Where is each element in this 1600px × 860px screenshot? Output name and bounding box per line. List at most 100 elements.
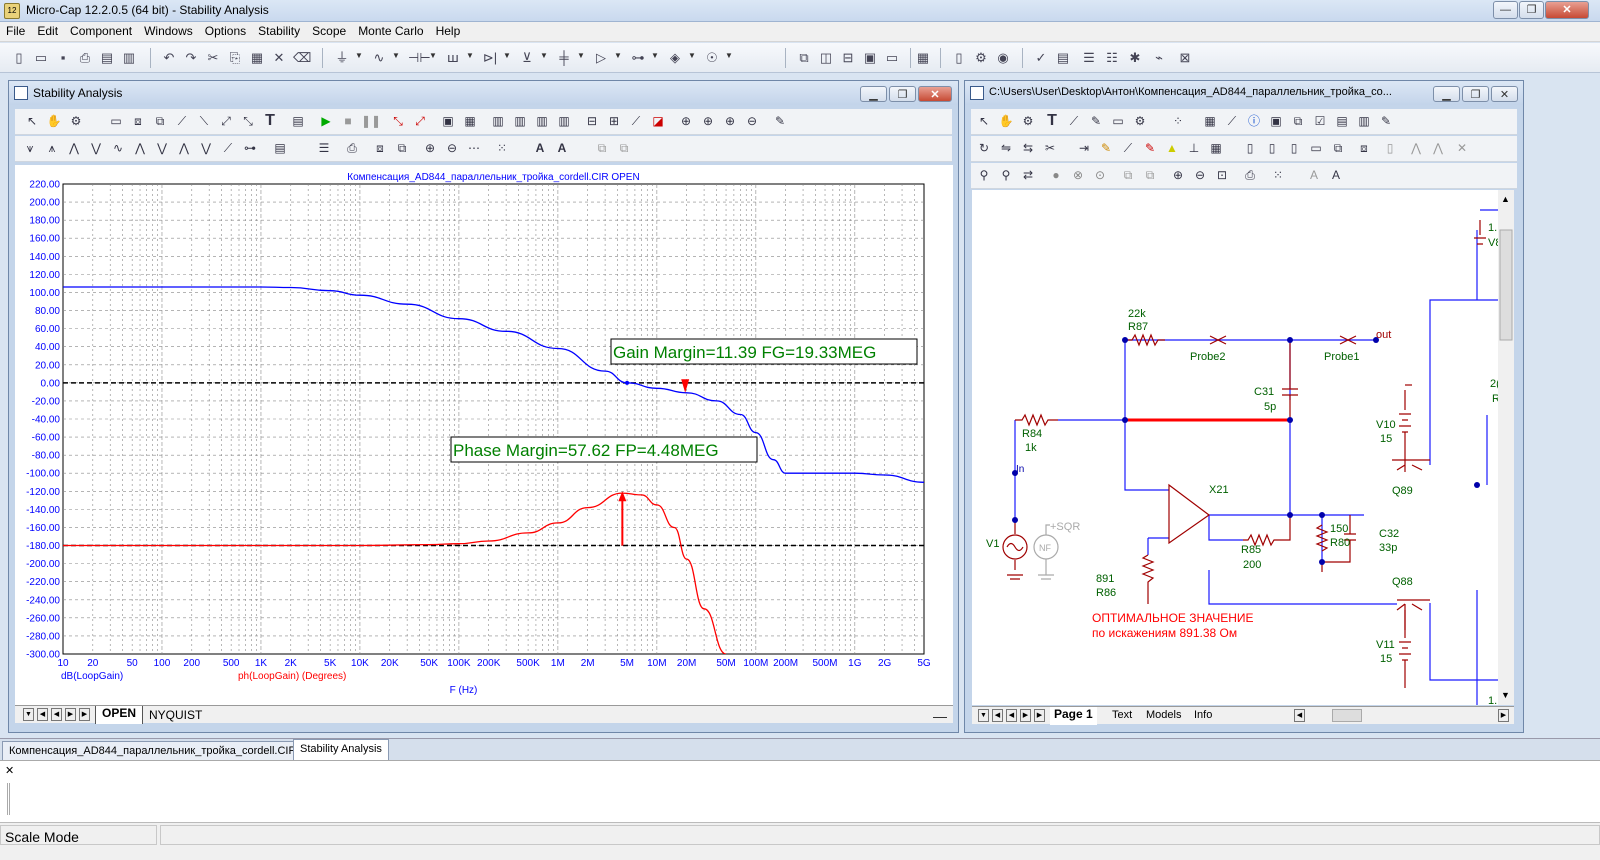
preferences-icon[interactable]: ☷ bbox=[1103, 49, 1121, 67]
tab-open[interactable]: OPEN bbox=[95, 706, 144, 724]
last-tab-button[interactable]: ▶ bbox=[79, 708, 90, 721]
fit-icon[interactable]: ⧈ bbox=[371, 139, 389, 157]
window-icon[interactable]: ▭ bbox=[883, 49, 901, 67]
scroll-right-button[interactable]: ▶ bbox=[1498, 709, 1509, 722]
global-low-icon[interactable]: ⋁ bbox=[153, 139, 171, 157]
stamp-icon[interactable]: ⧉ bbox=[1329, 139, 1347, 157]
layout-6-icon[interactable]: ▥ bbox=[555, 112, 573, 130]
message-splitter[interactable] bbox=[7, 783, 10, 815]
find-icon[interactable]: ⚲ bbox=[975, 166, 993, 184]
doc-tab-stability[interactable]: Stability Analysis bbox=[293, 739, 389, 761]
prev-tab-button[interactable]: ◀ bbox=[37, 708, 48, 721]
zoom-in-icon[interactable]: ⊕ bbox=[1169, 166, 1187, 184]
inductor-component-icon[interactable]: ꟺ bbox=[444, 49, 462, 67]
delete-icon[interactable]: ✕ bbox=[1453, 139, 1471, 157]
splitter-handle[interactable] bbox=[933, 709, 947, 718]
layout-2-icon[interactable]: ▦ bbox=[461, 112, 479, 130]
step-icon[interactable]: ▥ bbox=[1355, 112, 1373, 130]
layout-4-icon[interactable]: ▥ bbox=[511, 112, 529, 130]
valley-icon[interactable]: ⩚ bbox=[43, 139, 61, 157]
next-simulation-icon[interactable]: ⊶ bbox=[241, 139, 259, 157]
cut-icon[interactable]: ✂ bbox=[204, 49, 222, 67]
dots-icon[interactable]: ⁙ bbox=[1269, 166, 1287, 184]
pan-icon[interactable]: ✋ bbox=[997, 112, 1015, 130]
top-icon[interactable]: ⋀ bbox=[175, 139, 193, 157]
node-component-icon[interactable]: ◈ bbox=[666, 49, 684, 67]
ground-component-icon[interactable]: ⏚ bbox=[333, 49, 351, 67]
box-icon[interactable]: ⧈ bbox=[1355, 139, 1373, 157]
numeric-output-icon[interactable]: ☰ bbox=[315, 139, 333, 157]
scale-mode-icon[interactable]: ⧈ bbox=[129, 112, 147, 130]
model-editor-icon[interactable]: ⚙ bbox=[972, 49, 990, 67]
menu-options[interactable]: Options bbox=[199, 22, 252, 42]
save-icon[interactable]: ▪ bbox=[54, 49, 72, 67]
first-tab-button[interactable]: ▼ bbox=[23, 708, 34, 721]
tokens-icon[interactable]: ◪ bbox=[649, 112, 667, 130]
print-schematic-icon[interactable]: ⎙ bbox=[1241, 166, 1259, 184]
menu-help[interactable]: Help bbox=[430, 22, 467, 42]
page-3-icon[interactable]: ▯ bbox=[1285, 139, 1303, 157]
edit-icon[interactable]: ✎ bbox=[771, 112, 789, 130]
layout-5-icon[interactable]: ▥ bbox=[533, 112, 551, 130]
copy-fmt-icon[interactable]: ⧉ bbox=[593, 139, 611, 157]
zoom-out-region-icon[interactable]: ⤢ bbox=[411, 112, 429, 130]
last-page-button[interactable]: ▶ bbox=[1034, 709, 1045, 722]
schematic-restore-button[interactable]: ❐ bbox=[1462, 86, 1489, 102]
grid-layout-icon[interactable]: ▦ bbox=[1207, 139, 1225, 157]
cut-icon[interactable]: ✂ bbox=[1041, 139, 1059, 157]
diode-component-icon[interactable]: ⊳| bbox=[481, 49, 499, 67]
clipboard-icon[interactable]: ▤ bbox=[271, 139, 289, 157]
text-icon[interactable]: T bbox=[1043, 112, 1061, 130]
font-icon[interactable]: A bbox=[531, 139, 549, 157]
print-icon[interactable]: ⎙ bbox=[76, 49, 94, 67]
global-high-icon[interactable]: ⋀ bbox=[131, 139, 149, 157]
maximize-button[interactable]: ❐ bbox=[1519, 1, 1544, 19]
scope-icon[interactable]: ⚙ bbox=[67, 112, 85, 130]
flip-icon[interactable]: ⇋ bbox=[997, 139, 1015, 157]
source-component-icon[interactable]: ⊶ bbox=[629, 49, 647, 67]
opamp-component-icon[interactable]: ▷ bbox=[592, 49, 610, 67]
layout-3-icon[interactable]: ▥ bbox=[489, 112, 507, 130]
tab-nyquist[interactable]: NYQUIST bbox=[149, 708, 202, 722]
zoom-fit-icon[interactable]: ⊡ bbox=[1213, 166, 1231, 184]
prev2-tab-button[interactable]: ◀ bbox=[51, 708, 62, 721]
component-icon[interactable]: ⚙ bbox=[1019, 112, 1037, 130]
wire-icon[interactable]: ⟋ bbox=[1065, 112, 1083, 130]
circle-2-icon[interactable]: ⊗ bbox=[1069, 166, 1087, 184]
schematic-minimize-button[interactable]: ▁ bbox=[1433, 86, 1460, 102]
horizontal-tag-icon[interactable]: ⟍ bbox=[195, 112, 213, 130]
paste-icon[interactable]: ⧉ bbox=[1141, 166, 1159, 184]
layout-1-icon[interactable]: ▣ bbox=[439, 112, 457, 130]
web-icon[interactable]: ◉ bbox=[994, 49, 1012, 67]
grid-toggle-icon[interactable]: ⋯ bbox=[465, 139, 483, 157]
menu-stability[interactable]: Stability bbox=[252, 22, 306, 42]
zoom-in-y-icon[interactable]: ⊕ bbox=[721, 112, 739, 130]
copy-icon[interactable]: ⎘ bbox=[226, 49, 244, 67]
open-file-icon[interactable]: ▭ bbox=[32, 49, 50, 67]
list-icon[interactable]: ▤ bbox=[1333, 112, 1351, 130]
white-icon[interactable]: ▯ bbox=[1381, 139, 1399, 157]
performance-tag-icon[interactable]: ⤡ bbox=[239, 112, 257, 130]
print-preview-icon[interactable]: ▤ bbox=[98, 49, 116, 67]
scroll-left-button[interactable]: ◀ bbox=[1294, 709, 1305, 722]
options-icon[interactable]: ☰ bbox=[1080, 49, 1098, 67]
first-page-button[interactable]: ▼ bbox=[978, 709, 989, 722]
tab-info[interactable]: Info bbox=[1194, 709, 1212, 721]
component-library-icon[interactable]: ▯ bbox=[950, 49, 968, 67]
transistor-component-icon[interactable]: ⊻ bbox=[518, 49, 536, 67]
grid-2-icon[interactable]: ⊞ bbox=[605, 112, 623, 130]
high-icon[interactable]: ⋀ bbox=[65, 139, 83, 157]
vertical-tag-icon[interactable]: ⤢ bbox=[217, 112, 235, 130]
dots-icon[interactable]: ⁙ bbox=[493, 139, 511, 157]
properties-icon[interactable]: ▤ bbox=[289, 112, 307, 130]
point-tag-icon[interactable]: ⟋ bbox=[173, 112, 191, 130]
plot-a-icon[interactable]: ⋀ bbox=[1407, 139, 1425, 157]
menu-file[interactable]: File bbox=[0, 22, 31, 42]
node-numbers-icon[interactable]: ⁘ bbox=[1169, 112, 1187, 130]
plot-pane[interactable]: Компенсация_AD844_параллельник_тройка_co… bbox=[15, 165, 953, 705]
page-2-icon[interactable]: ▯ bbox=[1263, 139, 1281, 157]
zoom-out-2-icon[interactable]: ⊖ bbox=[443, 139, 461, 157]
paste-icon[interactable]: ▦ bbox=[248, 49, 266, 67]
font-icon[interactable]: A bbox=[1305, 166, 1323, 184]
stability-close-button[interactable]: ✕ bbox=[918, 86, 952, 102]
